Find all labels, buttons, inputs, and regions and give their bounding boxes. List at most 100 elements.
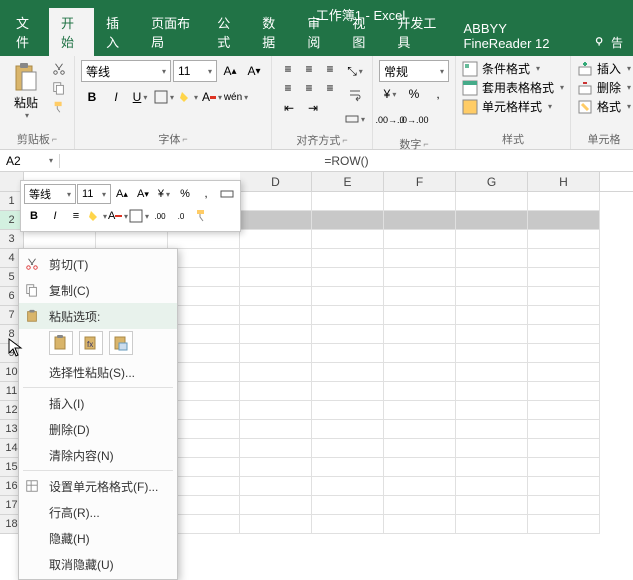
dialog-launcher-icon[interactable]: ⌐ bbox=[182, 134, 187, 144]
ctx-format-cells[interactable]: 设置单元格格式(F)... bbox=[19, 473, 177, 499]
mini-percent-icon[interactable]: % bbox=[175, 184, 195, 204]
cell[interactable] bbox=[528, 458, 600, 477]
cell[interactable] bbox=[456, 382, 528, 401]
cell[interactable] bbox=[240, 344, 312, 363]
cell[interactable] bbox=[312, 439, 384, 458]
tell-me[interactable]: 告 bbox=[583, 29, 633, 56]
merge-cells-icon[interactable]: ▾ bbox=[344, 108, 366, 130]
cell[interactable] bbox=[240, 230, 312, 249]
cell[interactable] bbox=[456, 306, 528, 325]
cut-icon[interactable] bbox=[50, 60, 68, 78]
cell[interactable] bbox=[384, 420, 456, 439]
cell[interactable] bbox=[528, 344, 600, 363]
cell[interactable] bbox=[312, 382, 384, 401]
font-size-combo[interactable]: 11▾ bbox=[173, 60, 217, 82]
cell[interactable] bbox=[240, 363, 312, 382]
col-header[interactable]: H bbox=[528, 172, 600, 191]
cell[interactable] bbox=[240, 458, 312, 477]
cell[interactable] bbox=[384, 325, 456, 344]
cell[interactable] bbox=[456, 268, 528, 287]
cell[interactable] bbox=[168, 439, 240, 458]
cell-style-button[interactable]: 单元格样式▾ bbox=[462, 98, 564, 115]
ctx-copy[interactable]: 复制(C) bbox=[19, 277, 177, 303]
cell[interactable] bbox=[312, 496, 384, 515]
number-format-combo[interactable]: 常规▾ bbox=[379, 60, 449, 82]
tab-formulas[interactable]: 公式 bbox=[205, 8, 250, 56]
cell[interactable] bbox=[312, 515, 384, 534]
paste-button[interactable]: 粘贴 ▾ bbox=[6, 60, 46, 122]
cell[interactable] bbox=[456, 325, 528, 344]
cell[interactable] bbox=[456, 211, 528, 230]
cell[interactable] bbox=[240, 420, 312, 439]
mini-currency-icon[interactable]: ¥▾ bbox=[154, 184, 174, 204]
cell[interactable] bbox=[528, 230, 600, 249]
cell[interactable] bbox=[384, 458, 456, 477]
align-top-icon[interactable]: ≡ bbox=[278, 60, 298, 78]
cell[interactable] bbox=[240, 192, 312, 211]
dialog-launcher-icon[interactable]: ⌐ bbox=[423, 139, 428, 149]
cell[interactable] bbox=[312, 211, 384, 230]
cell[interactable] bbox=[168, 458, 240, 477]
delete-cells-button[interactable]: 删除▾ bbox=[577, 79, 631, 96]
tab-file[interactable]: 文件 bbox=[4, 8, 49, 56]
phonetic-button[interactable]: wén▾ bbox=[225, 86, 247, 108]
mini-border-button[interactable]: ▾ bbox=[129, 206, 149, 226]
cell[interactable] bbox=[384, 268, 456, 287]
cell[interactable] bbox=[456, 496, 528, 515]
mini-increase-font-icon[interactable]: A▴ bbox=[112, 184, 132, 204]
paste-option-all[interactable] bbox=[49, 331, 73, 355]
orientation-icon[interactable]: ⤡▾ bbox=[344, 60, 366, 82]
cell[interactable] bbox=[168, 306, 240, 325]
cell[interactable] bbox=[528, 420, 600, 439]
wrap-text-icon[interactable] bbox=[344, 84, 366, 106]
cell[interactable] bbox=[384, 287, 456, 306]
tab-insert[interactable]: 插入 bbox=[94, 8, 139, 56]
tab-view[interactable]: 视图 bbox=[340, 8, 385, 56]
cell[interactable] bbox=[456, 477, 528, 496]
ctx-unhide[interactable]: 取消隐藏(U) bbox=[19, 551, 177, 577]
cell[interactable] bbox=[168, 401, 240, 420]
cell[interactable] bbox=[528, 401, 600, 420]
cell[interactable] bbox=[168, 344, 240, 363]
mini-format-painter-icon[interactable] bbox=[192, 206, 212, 226]
increase-font-icon[interactable]: A▴ bbox=[219, 60, 241, 82]
cell[interactable] bbox=[456, 287, 528, 306]
mini-decrease-font-icon[interactable]: A▾ bbox=[133, 184, 153, 204]
format-painter-icon[interactable] bbox=[50, 98, 68, 116]
cell[interactable] bbox=[312, 401, 384, 420]
cell[interactable] bbox=[384, 515, 456, 534]
cell[interactable] bbox=[528, 363, 600, 382]
cell[interactable] bbox=[312, 249, 384, 268]
mini-bold-button[interactable]: B bbox=[24, 206, 44, 226]
tab-dev[interactable]: 开发工具 bbox=[385, 8, 451, 56]
cell[interactable] bbox=[456, 439, 528, 458]
cell[interactable] bbox=[384, 230, 456, 249]
ctx-delete[interactable]: 删除(D) bbox=[19, 416, 177, 442]
cell[interactable] bbox=[240, 306, 312, 325]
cell[interactable] bbox=[456, 420, 528, 439]
cell[interactable] bbox=[528, 382, 600, 401]
cell[interactable] bbox=[168, 363, 240, 382]
cell[interactable] bbox=[456, 458, 528, 477]
cell[interactable] bbox=[168, 382, 240, 401]
row-header[interactable]: 3 bbox=[0, 230, 24, 249]
cell[interactable] bbox=[456, 363, 528, 382]
cell[interactable] bbox=[312, 458, 384, 477]
cell[interactable] bbox=[384, 363, 456, 382]
conditional-format-button[interactable]: 条件格式▾ bbox=[462, 60, 564, 77]
increase-decimal-icon[interactable]: .00→.0 bbox=[379, 109, 401, 131]
cell[interactable] bbox=[384, 249, 456, 268]
align-mid-icon[interactable]: ≡ bbox=[299, 60, 319, 78]
col-header[interactable]: D bbox=[240, 172, 312, 191]
cell[interactable] bbox=[528, 249, 600, 268]
mini-inc-decimal-icon[interactable]: .00 bbox=[150, 206, 170, 226]
mini-merge-icon[interactable] bbox=[217, 184, 237, 204]
cell[interactable] bbox=[168, 420, 240, 439]
paste-option-formula[interactable]: fx bbox=[79, 331, 103, 355]
currency-icon[interactable]: ¥▾ bbox=[379, 83, 401, 105]
format-cells-button[interactable]: 格式▾ bbox=[577, 98, 631, 115]
cell[interactable] bbox=[240, 287, 312, 306]
cell[interactable] bbox=[384, 477, 456, 496]
cell[interactable] bbox=[456, 401, 528, 420]
bold-button[interactable]: B bbox=[81, 86, 103, 108]
